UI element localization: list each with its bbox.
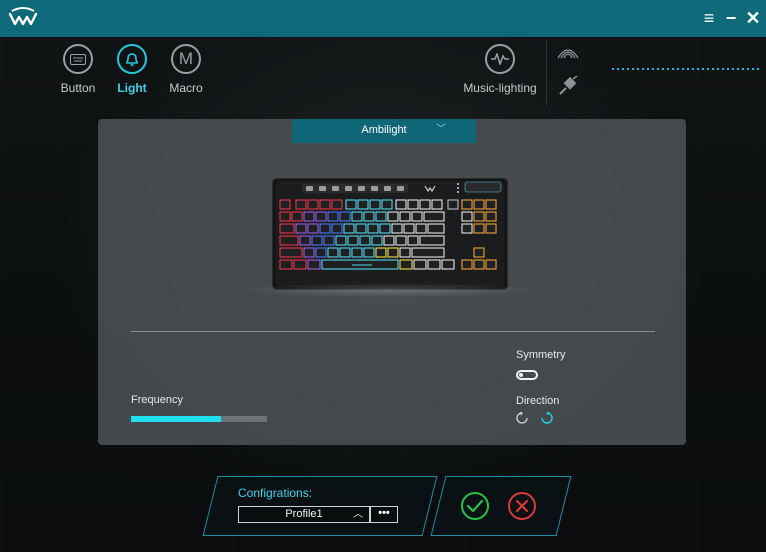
- lighting-mode-value: Ambilight: [361, 124, 407, 136]
- frequency-slider[interactable]: [131, 416, 267, 422]
- tab-button-label: Button: [60, 81, 96, 95]
- minimize-button[interactable]: −: [722, 8, 740, 28]
- direction-clockwise-icon[interactable]: [540, 412, 554, 425]
- cross-icon: [508, 492, 536, 520]
- panel-divider: [131, 331, 655, 332]
- tab-light[interactable]: Light: [102, 44, 162, 95]
- profile-dropdown[interactable]: Profile1 ︿: [238, 506, 370, 523]
- actions-frame: [430, 476, 572, 536]
- keyboard-preview-image: [272, 178, 508, 290]
- chevron-down-icon: ﹀: [436, 124, 446, 135]
- symmetry-toggle[interactable]: [516, 370, 538, 380]
- frequency-label: Frequency: [131, 394, 183, 406]
- keyboard-reflection: [240, 283, 540, 297]
- direction-label: Direction: [516, 395, 560, 407]
- profile-value: Profile1: [285, 508, 323, 520]
- connection-dotted-line: [612, 68, 762, 70]
- waveform-icon: [485, 44, 515, 74]
- cable-plug-icon[interactable]: [558, 76, 580, 96]
- confirm-button[interactable]: [460, 491, 490, 521]
- profile-more-button[interactable]: •••: [370, 506, 398, 523]
- menu-icon[interactable]: ≡: [700, 8, 718, 28]
- bell-icon: [117, 44, 147, 74]
- macro-m-icon: M: [171, 44, 201, 74]
- tab-macro-label: Macro: [169, 81, 203, 95]
- cancel-button[interactable]: [507, 491, 537, 521]
- tab-button[interactable]: Button: [48, 44, 108, 95]
- lighting-mode-dropdown[interactable]: Ambilight ﹀: [292, 119, 476, 143]
- direction-counterclockwise-icon[interactable]: [516, 412, 528, 424]
- nav-divider: [546, 40, 547, 106]
- checkmark-icon: [461, 492, 489, 520]
- tab-light-label: Light: [117, 81, 147, 95]
- title-bar: ≡ − ✕: [0, 0, 766, 37]
- tab-music-lighting[interactable]: Music-lighting: [463, 44, 537, 95]
- configurations-title: Configrations:: [238, 486, 313, 500]
- tab-macro[interactable]: M Macro: [156, 44, 216, 95]
- close-button[interactable]: ✕: [744, 8, 762, 28]
- keyboard-icon: [63, 44, 93, 74]
- tab-music-lighting-label: Music-lighting: [463, 81, 537, 95]
- brand-logo-icon: [8, 7, 38, 26]
- chevron-up-icon: ︿: [353, 509, 363, 520]
- frequency-slider-fill: [131, 416, 221, 422]
- symmetry-label: Symmetry: [516, 349, 566, 361]
- wireless-signal-icon[interactable]: [556, 44, 580, 60]
